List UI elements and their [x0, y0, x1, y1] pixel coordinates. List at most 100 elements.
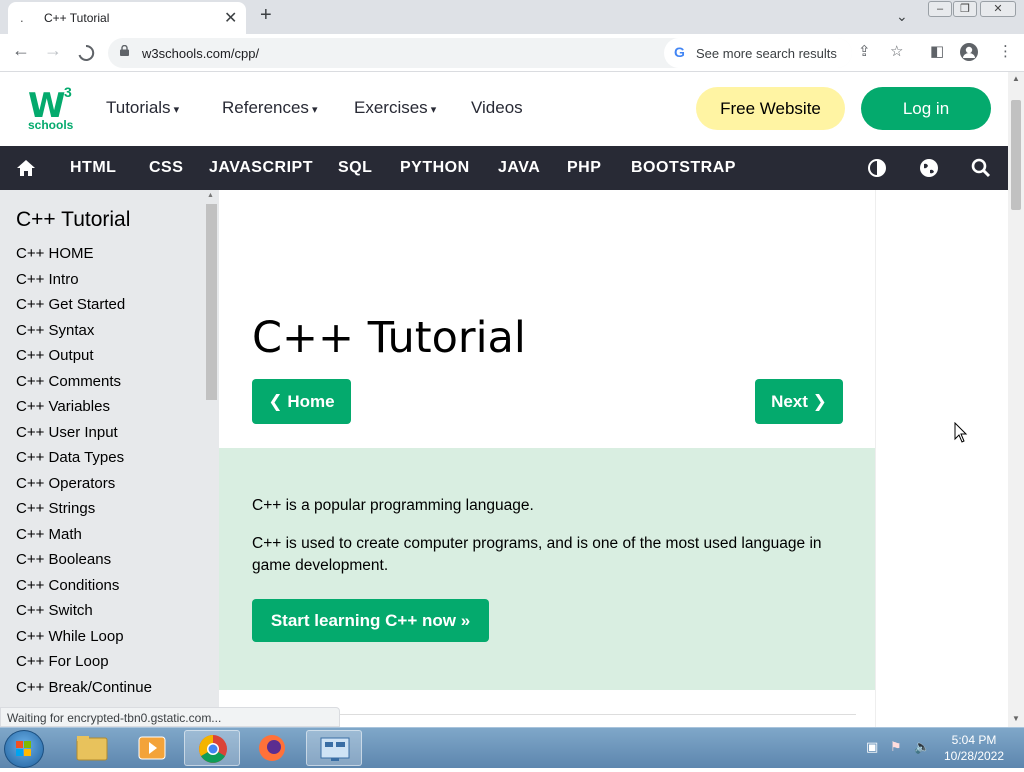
taskbar-remote-desktop[interactable]: [306, 730, 362, 766]
nav-bootstrap[interactable]: BOOTSTRAP: [631, 159, 736, 177]
sidebar-scrollbar[interactable]: ▲: [204, 190, 219, 727]
sidebar-item[interactable]: C++ While Loop: [16, 627, 152, 653]
search-icon[interactable]: [970, 157, 992, 179]
sidebar-item[interactable]: C++ HOME: [16, 244, 152, 270]
nav-php[interactable]: PHP: [567, 159, 601, 177]
sidebar-item[interactable]: C++ Intro: [16, 270, 152, 296]
start-button[interactable]: [4, 730, 44, 768]
taskbar-media-player[interactable]: [124, 730, 180, 766]
kebab-menu-icon[interactable]: ⋮: [998, 42, 1013, 60]
sidebar-item[interactable]: C++ Variables: [16, 397, 152, 423]
bookmark-star-icon[interactable]: ☆: [890, 42, 903, 60]
main-content: C++ Tutorial ❮ Home Next ❯ C++ is a popu…: [219, 190, 875, 727]
sidebar-item[interactable]: C++ Math: [16, 525, 152, 551]
window-close-button[interactable]: ✕: [980, 1, 1016, 17]
sidebar-item[interactable]: C++ Strings: [16, 499, 152, 525]
mouse-cursor-icon: [954, 422, 968, 443]
menu-references[interactable]: References ▾: [222, 98, 317, 118]
network-tray-icon[interactable]: ▣: [866, 739, 878, 755]
sidebar-title: C++ Tutorial: [16, 208, 131, 231]
sidebar-item[interactable]: C++ Booleans: [16, 550, 152, 576]
nav-sql[interactable]: SQL: [338, 159, 372, 177]
globe-icon[interactable]: [918, 157, 940, 179]
firefox-icon: [259, 735, 285, 761]
taskbar-clock[interactable]: 5:04 PM 10/28/2022: [936, 732, 1012, 764]
login-button[interactable]: Log in: [861, 87, 991, 130]
nav-javascript[interactable]: JAVASCRIPT: [209, 159, 313, 177]
clock-time: 5:04 PM: [951, 733, 997, 747]
chrome-icon: [199, 735, 227, 763]
home-icon[interactable]: [16, 158, 36, 178]
taskbar-firefox[interactable]: [244, 730, 300, 766]
web-page: W 3 schools Tutorials ▾ References ▾ Exerc…: [0, 72, 1008, 727]
nav-html[interactable]: HTML: [70, 159, 116, 177]
back-arrow-icon[interactable]: ←: [12, 40, 30, 61]
page-scroll-thumb[interactable]: [1011, 100, 1021, 210]
url-text: w3schools.com/cpp/: [142, 46, 260, 61]
status-bubble: Waiting for encrypted-tbn0.gstatic.com..…: [0, 707, 340, 727]
share-icon[interactable]: ⇪: [858, 42, 871, 60]
taskbar-explorer[interactable]: [64, 730, 120, 766]
lock-icon: [120, 45, 129, 56]
search-suggestion-chip[interactable]: G See more search results: [664, 38, 852, 68]
new-tab-plus-icon[interactable]: +: [260, 4, 272, 27]
sidebar-item[interactable]: C++ Operators: [16, 474, 152, 500]
side-panel-icon[interactable]: ◧: [930, 42, 944, 60]
media-player-icon: [138, 736, 166, 760]
profile-avatar-icon[interactable]: [960, 43, 978, 61]
sidebar-item[interactable]: C++ Comments: [16, 372, 152, 398]
next-button[interactable]: Next ❯: [755, 379, 843, 424]
page-title: C++ Tutorial: [252, 313, 526, 363]
right-ad-column: [875, 190, 1008, 727]
tab-search-chevron-icon[interactable]: ⌄: [896, 8, 908, 25]
loading-spinner-icon[interactable]: [77, 44, 95, 62]
home-button[interactable]: ❮ Home: [252, 379, 351, 424]
free-website-button[interactable]: Free Website: [696, 87, 845, 130]
nav-python[interactable]: PYTHON: [400, 159, 470, 177]
sidebar-item[interactable]: C++ User Input: [16, 423, 152, 449]
sidebar-item[interactable]: C++ Syntax: [16, 321, 152, 347]
logo-superscript: 3: [64, 84, 72, 100]
page-scrollbar[interactable]: ▲ ▼: [1008, 72, 1024, 727]
nav-css[interactable]: CSS: [149, 159, 183, 177]
dark-mode-toggle-icon[interactable]: [866, 157, 888, 179]
sidebar-item[interactable]: C++ Switch: [16, 601, 152, 627]
menu-references-label: References: [222, 98, 309, 117]
sidebar-item[interactable]: C++ Break/Continue: [16, 678, 152, 704]
tab-title: C++ Tutorial: [44, 11, 110, 25]
menu-tutorials-label: Tutorials: [106, 98, 171, 117]
taskbar-chrome[interactable]: [184, 730, 240, 766]
content-divider: [252, 714, 856, 715]
folder-icon: [76, 736, 108, 761]
forward-arrow-icon[interactable]: →: [44, 40, 62, 61]
sidebar-item[interactable]: C++ Data Types: [16, 448, 152, 474]
menu-exercises[interactable]: Exercises ▾: [354, 98, 436, 118]
action-center-tray-icon[interactable]: ⚑: [890, 739, 902, 755]
sidebar-item[interactable]: C++ Conditions: [16, 576, 152, 602]
tab-close-icon[interactable]: ✕: [224, 8, 237, 28]
sidebar-item[interactable]: C++ Output: [16, 346, 152, 372]
menu-exercises-label: Exercises: [354, 98, 428, 117]
windows-taskbar: ▣ ⚑ 🔈 5:04 PM 10/28/2022: [0, 727, 1024, 768]
address-bar[interactable]: w3schools.com/cpp/ G See more search res…: [108, 38, 852, 68]
sidebar-item[interactable]: C++ For Loop: [16, 652, 152, 678]
language-nav: HTML CSS JAVASCRIPT SQL PYTHON JAVA PHP …: [0, 146, 1008, 190]
sidebar-item[interactable]: C++ Get Started: [16, 295, 152, 321]
scroll-up-arrow-icon[interactable]: ▲: [207, 192, 214, 199]
clock-date: 10/28/2022: [943, 749, 1005, 763]
site-header: W 3 schools Tutorials ▾ References ▾ Exerc…: [0, 72, 1008, 146]
volume-tray-icon[interactable]: 🔈: [914, 739, 930, 755]
start-learning-button[interactable]: Start learning C++ now »: [252, 599, 489, 642]
nav-java[interactable]: JAVA: [498, 159, 540, 177]
sidebar-scroll-thumb[interactable]: [206, 204, 217, 400]
window-restore-button[interactable]: ❐: [953, 1, 977, 17]
scroll-down-arrow-icon[interactable]: ▼: [1012, 714, 1020, 723]
menu-tutorials[interactable]: Tutorials ▾: [106, 98, 179, 118]
intro-paragraph-1: C++ is a popular programming language.: [252, 497, 534, 514]
menu-videos[interactable]: Videos: [471, 98, 523, 118]
browser-tabstrip: . C++ Tutorial ✕ + ⌄ – ❐ ✕: [0, 0, 1024, 34]
scroll-up-arrow-icon[interactable]: ▲: [1012, 74, 1020, 83]
window-minimize-button[interactable]: –: [928, 1, 952, 17]
browser-tab[interactable]: . C++ Tutorial ✕: [8, 2, 246, 34]
w3schools-logo[interactable]: W 3 schools: [28, 84, 78, 134]
